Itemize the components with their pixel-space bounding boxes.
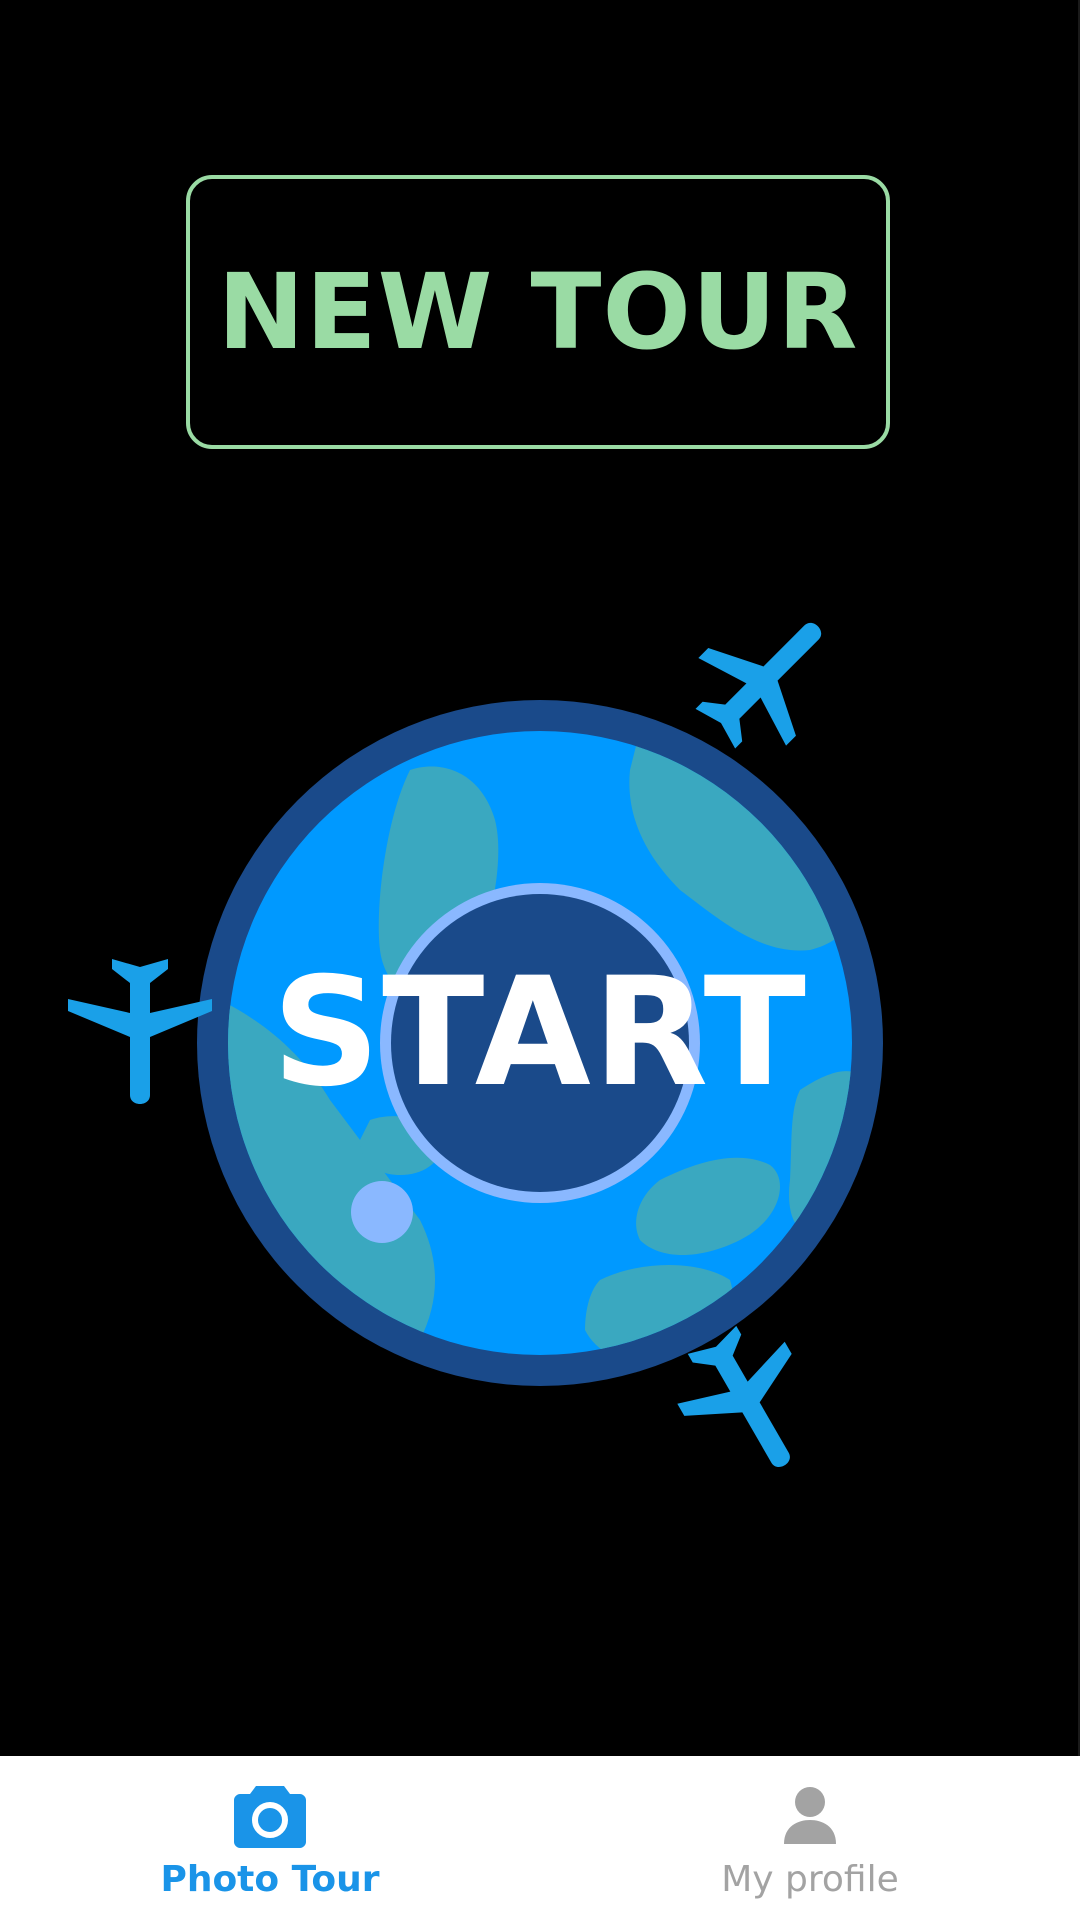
- new-tour-label: NEW TOUR: [217, 251, 859, 373]
- location-dot: [351, 1181, 413, 1243]
- person-icon: [784, 1787, 836, 1844]
- start-button[interactable]: START: [40, 620, 1040, 1500]
- app-screen: NEW TOUR START Photo Tour My profile: [0, 0, 1080, 1920]
- new-tour-button[interactable]: NEW TOUR: [186, 175, 890, 449]
- nav-label-my-profile: My profile: [721, 1859, 899, 1900]
- bottom-navigation: Photo Tour My profile: [0, 1756, 1080, 1920]
- camera-icon: [234, 1786, 306, 1848]
- start-label: START: [272, 946, 808, 1120]
- nav-item-my-profile[interactable]: My profile: [540, 1756, 1080, 1920]
- nav-item-photo-tour[interactable]: Photo Tour: [0, 1756, 540, 1920]
- nav-label-photo-tour: Photo Tour: [160, 1859, 380, 1900]
- main-area: NEW TOUR START: [0, 0, 1080, 1756]
